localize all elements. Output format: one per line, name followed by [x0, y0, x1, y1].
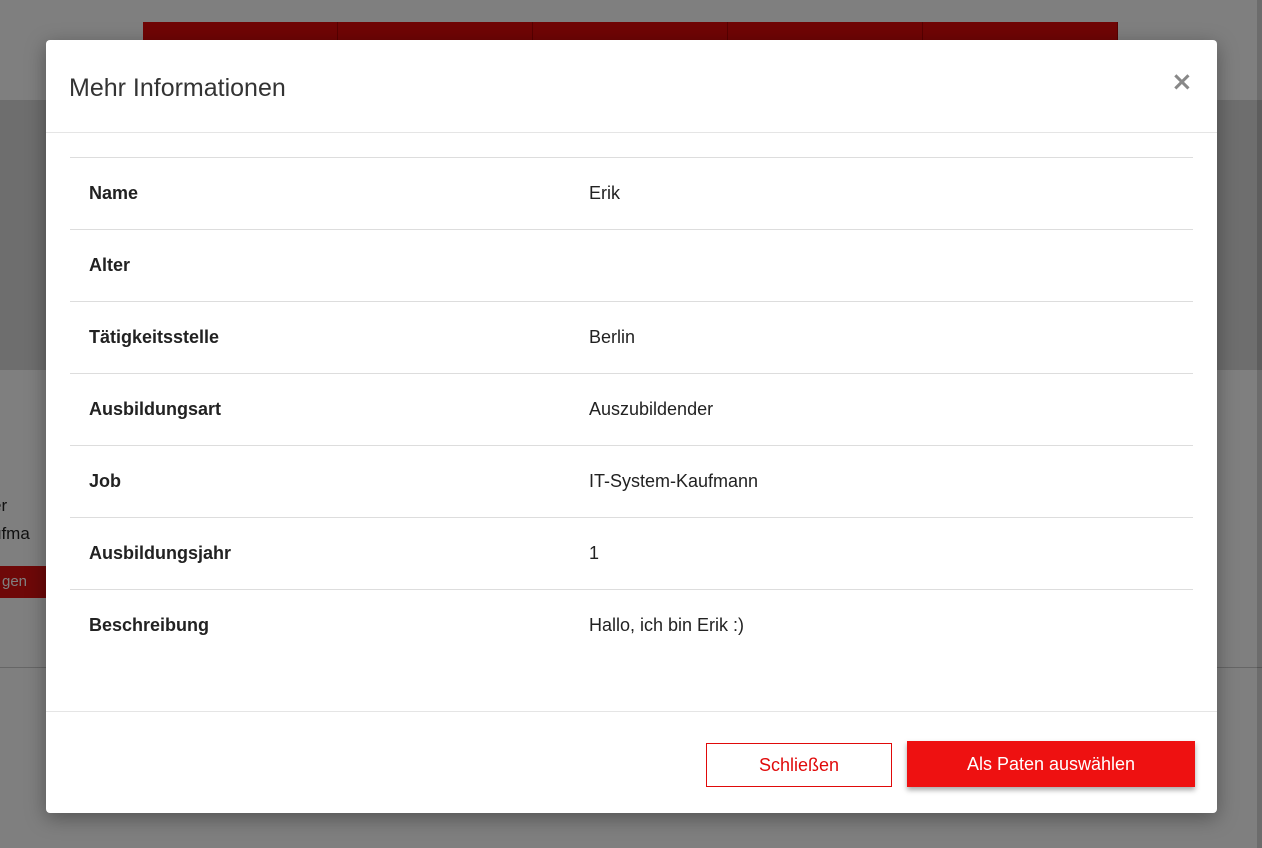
- info-modal: Mehr Informationen × Name Erik Alter Tätigk…: [46, 40, 1217, 813]
- table-row: Name Erik: [70, 157, 1193, 230]
- row-value: 1: [589, 543, 600, 563]
- row-value: Erik: [589, 183, 620, 203]
- modal-title: Mehr Informationen: [69, 74, 286, 102]
- row-value: IT-System-Kaufmann: [589, 471, 759, 491]
- modal-footer: Schließen Als Paten auswählen: [46, 712, 1217, 813]
- row-value: Berlin: [589, 327, 636, 347]
- row-label: Alter: [89, 255, 131, 275]
- row-value: [589, 230, 1193, 302]
- page-scrollbar[interactable]: [1257, 0, 1262, 848]
- row-label: Beschreibung: [89, 615, 210, 636]
- row-value: Auszubildender: [589, 399, 714, 419]
- close-button[interactable]: Schließen: [706, 743, 892, 787]
- table-row: Alter: [70, 229, 1193, 302]
- row-label: Ausbildungsart: [89, 399, 222, 419]
- row-label: Tätigkeitsstelle: [89, 327, 220, 347]
- modal-body: Name Erik Alter Tätigkeitsstelle Berlin Ausbi…: [46, 133, 1217, 712]
- table-row: Beschreibung Hallo, ich bin Erik :): [70, 589, 1193, 662]
- row-value: Hallo, ich bin Erik :): [589, 615, 745, 636]
- modal-header: Mehr Informationen ×: [46, 40, 1217, 133]
- table-row: Ausbildungsart Auszubildender: [70, 373, 1193, 446]
- row-label: Job: [89, 471, 122, 491]
- row-label: Name: [89, 183, 139, 203]
- table-row: Job IT-System-Kaufmann: [70, 445, 1193, 518]
- select-mentor-button[interactable]: Als Paten auswählen: [907, 741, 1195, 787]
- table-row: Ausbildungsjahr 1: [70, 517, 1193, 590]
- info-table: Name Erik Alter Tätigkeitsstelle Berlin Ausbi…: [70, 157, 1193, 662]
- row-label: Ausbildungsjahr: [89, 543, 232, 563]
- close-icon[interactable]: ×: [1171, 69, 1193, 95]
- table-row: Tätigkeitsstelle Berlin: [70, 301, 1193, 374]
